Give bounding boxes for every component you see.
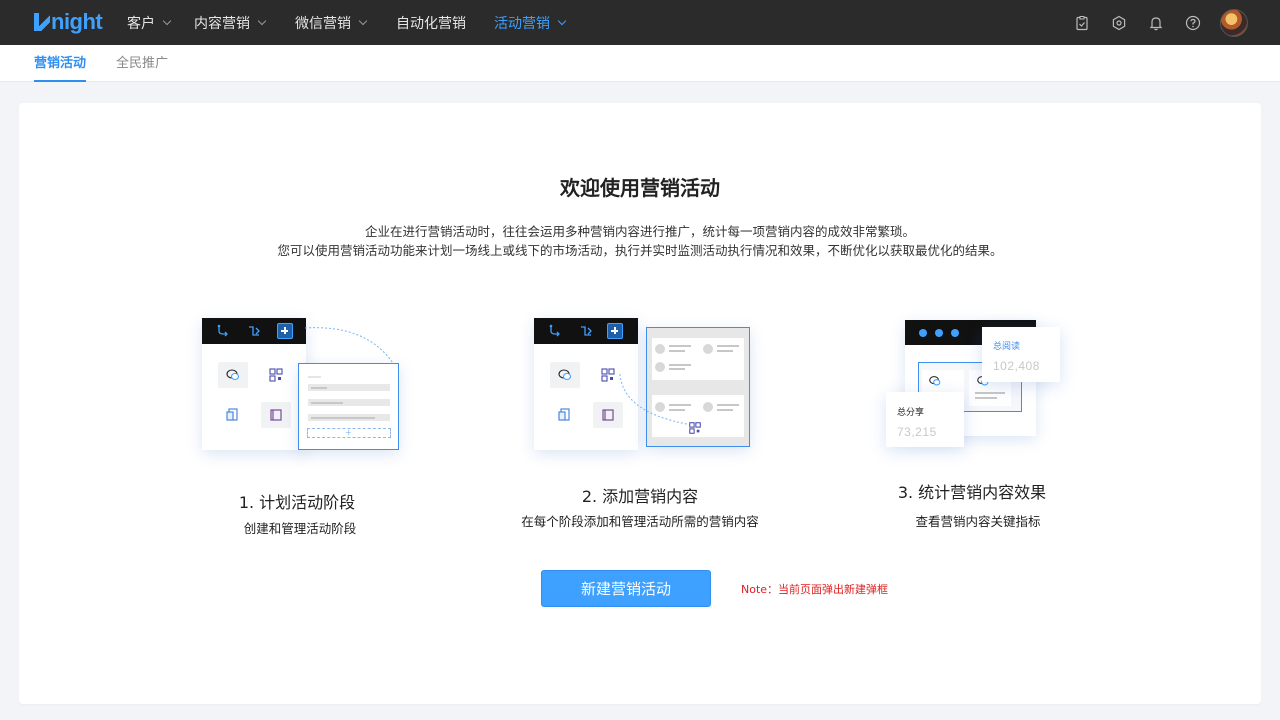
logo-mark-icon [34, 12, 50, 32]
chevron-down-icon [358, 16, 368, 25]
intro-line-2: 您可以使用营销活动功能来计划一场线上或线下的市场活动，执行并实时监测活动执行情况… [277, 243, 1003, 258]
tab-campaigns[interactable]: 营销活动 [34, 45, 87, 82]
intro-line-1: 企业在进行营销活动时，往往会运用多种营销内容进行推广，统计每一项营销内容的成效非… [364, 224, 915, 239]
branch-icon [549, 324, 560, 337]
reads-label: 总阅读 [993, 342, 1021, 352]
shares-label: 总分享 [897, 408, 925, 418]
add-icon [607, 323, 623, 339]
note-text: Note：当前页面弹出新建弹框 [741, 583, 889, 596]
flow-icon [581, 326, 592, 336]
nav-actions [1053, 8, 1248, 37]
connector-line [619, 373, 688, 425]
add-icon [277, 323, 293, 339]
step-2-title: 2. 添加营销内容 [581, 487, 699, 506]
menu-item-automation[interactable]: 自动化营销 [396, 0, 466, 45]
bell-icon[interactable] [1148, 15, 1164, 31]
step-2-subtitle: 在每个阶段添加和管理活动所需的营销内容 [521, 514, 759, 529]
wechat-icon [929, 376, 941, 386]
create-campaign-button[interactable]: 新建营销活动 [541, 570, 711, 607]
chevron-down-icon [557, 16, 567, 25]
stage-panel [202, 318, 306, 450]
top-navbar: night 客户 内容营销 微信营销 自动化营销 活动营销 [0, 0, 1280, 45]
settings-icon[interactable] [1111, 15, 1127, 31]
step-1-subtitle: 创建和管理活动阶段 [243, 521, 357, 536]
qrcode-icon [261, 362, 291, 388]
shares-value: 73,215 [897, 425, 937, 439]
stage-detail-panel: + [298, 363, 399, 450]
main-menu: 客户 内容营销 微信营销 自动化营销 活动营销 [127, 0, 567, 45]
user-avatar[interactable] [1220, 8, 1248, 37]
chevron-down-icon [162, 16, 172, 25]
step-3-subtitle: 查看营销内容关键指标 [915, 514, 1041, 529]
shares-stat-card: 总分享 73,215 [886, 392, 964, 447]
menu-item-content-marketing[interactable]: 内容营销 [194, 0, 267, 45]
flow-icon [249, 326, 260, 336]
document-icon [218, 402, 248, 428]
chevron-down-icon [257, 16, 267, 25]
wechat-icon [218, 362, 248, 388]
clipboard-check-icon[interactable] [1074, 15, 1090, 31]
reads-value: 102,408 [993, 359, 1040, 373]
book-icon [261, 402, 291, 428]
page-title: 欢迎使用营销活动 [560, 176, 720, 200]
branch-icon [217, 324, 228, 337]
tab-promotion[interactable]: 全民推广 [116, 45, 168, 82]
menu-item-wechat-marketing[interactable]: 微信营销 [295, 0, 368, 45]
document-icon [550, 402, 580, 428]
menu-item-campaign-marketing[interactable]: 活动营销 [494, 0, 567, 45]
reads-stat-card: 总阅读 102,408 [982, 327, 1060, 382]
sub-navbar: 营销活动 全民推广 [0, 45, 1280, 82]
step-3-title: 3. 统计营销内容效果 [897, 483, 1047, 502]
app-logo[interactable]: night [34, 9, 103, 35]
logo-text: night [51, 9, 103, 34]
step-1-title: 1. 计划活动阶段 [238, 493, 356, 512]
wechat-icon [550, 362, 580, 388]
help-icon[interactable] [1185, 15, 1201, 31]
menu-item-customers[interactable]: 客户 [127, 0, 172, 45]
